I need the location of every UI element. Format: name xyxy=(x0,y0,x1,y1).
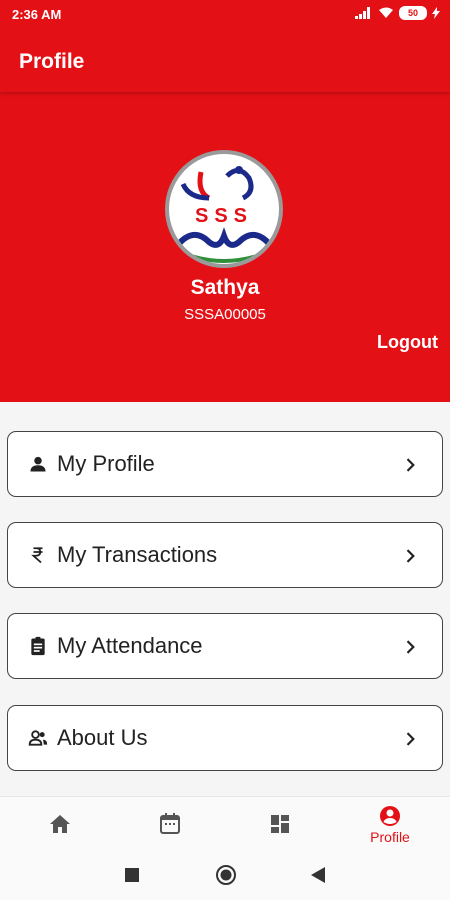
back-triangle-icon xyxy=(311,867,325,883)
page-title: Profile xyxy=(19,50,85,73)
calendar-icon xyxy=(160,813,180,834)
account-circle-icon xyxy=(380,805,400,826)
nav-dashboard[interactable] xyxy=(224,797,336,851)
square-icon xyxy=(125,868,139,882)
sss-logo-icon: SSS xyxy=(174,166,274,263)
nav-profile[interactable]: Profile xyxy=(334,797,446,851)
person-icon xyxy=(27,453,49,475)
status-time: 2:36 AM xyxy=(12,7,62,22)
menu-item-my-transactions[interactable]: My Transactions xyxy=(7,522,443,588)
logout-button[interactable]: Logout xyxy=(377,332,438,353)
chevron-right-icon xyxy=(406,549,415,563)
dashboard-icon xyxy=(271,815,289,833)
menu-item-label: My Profile xyxy=(57,451,155,476)
app-bar: Profile xyxy=(0,28,450,92)
back-button[interactable] xyxy=(306,863,330,887)
bottom-nav: Profile xyxy=(0,796,450,851)
recents-button[interactable] xyxy=(120,863,144,887)
nav-calendar[interactable] xyxy=(114,797,226,851)
wifi-icon xyxy=(379,7,393,18)
status-icons: 50 xyxy=(355,6,440,20)
charging-icon xyxy=(432,7,440,19)
home-button[interactable] xyxy=(214,863,238,887)
system-nav-bar xyxy=(0,850,450,900)
menu-item-label: My Transactions xyxy=(57,542,218,567)
clipboard-icon xyxy=(27,635,49,657)
user-id: SSSA00005 xyxy=(184,306,266,323)
home-icon xyxy=(50,815,70,833)
chevron-right-icon xyxy=(406,640,415,654)
rupee-icon xyxy=(27,544,49,566)
user-name: Sathya xyxy=(190,276,260,299)
menu-item-about-us[interactable]: About Us xyxy=(7,705,443,771)
battery-icon: 50 xyxy=(399,6,427,20)
sss-logo: SSS xyxy=(169,154,279,264)
nav-profile-label: Profile xyxy=(370,828,410,845)
chevron-right-icon xyxy=(406,458,415,472)
menu-item-my-attendance[interactable]: My Attendance xyxy=(7,613,443,679)
signal-icon xyxy=(355,7,370,19)
profile-header: SSS Sathya SSSA00005 Logout xyxy=(0,92,450,402)
menu-item-my-profile[interactable]: My Profile xyxy=(7,431,443,497)
chevron-right-icon xyxy=(406,732,415,746)
nav-home[interactable] xyxy=(4,797,116,851)
avatar: SSS xyxy=(165,150,283,268)
circle-icon xyxy=(216,865,236,885)
status-bar: 2:36 AM 50 xyxy=(0,0,450,28)
menu-item-label: About Us xyxy=(57,725,148,750)
people-icon xyxy=(27,727,49,749)
logo-text: SSS xyxy=(195,205,253,227)
menu-item-label: My Attendance xyxy=(57,633,203,658)
